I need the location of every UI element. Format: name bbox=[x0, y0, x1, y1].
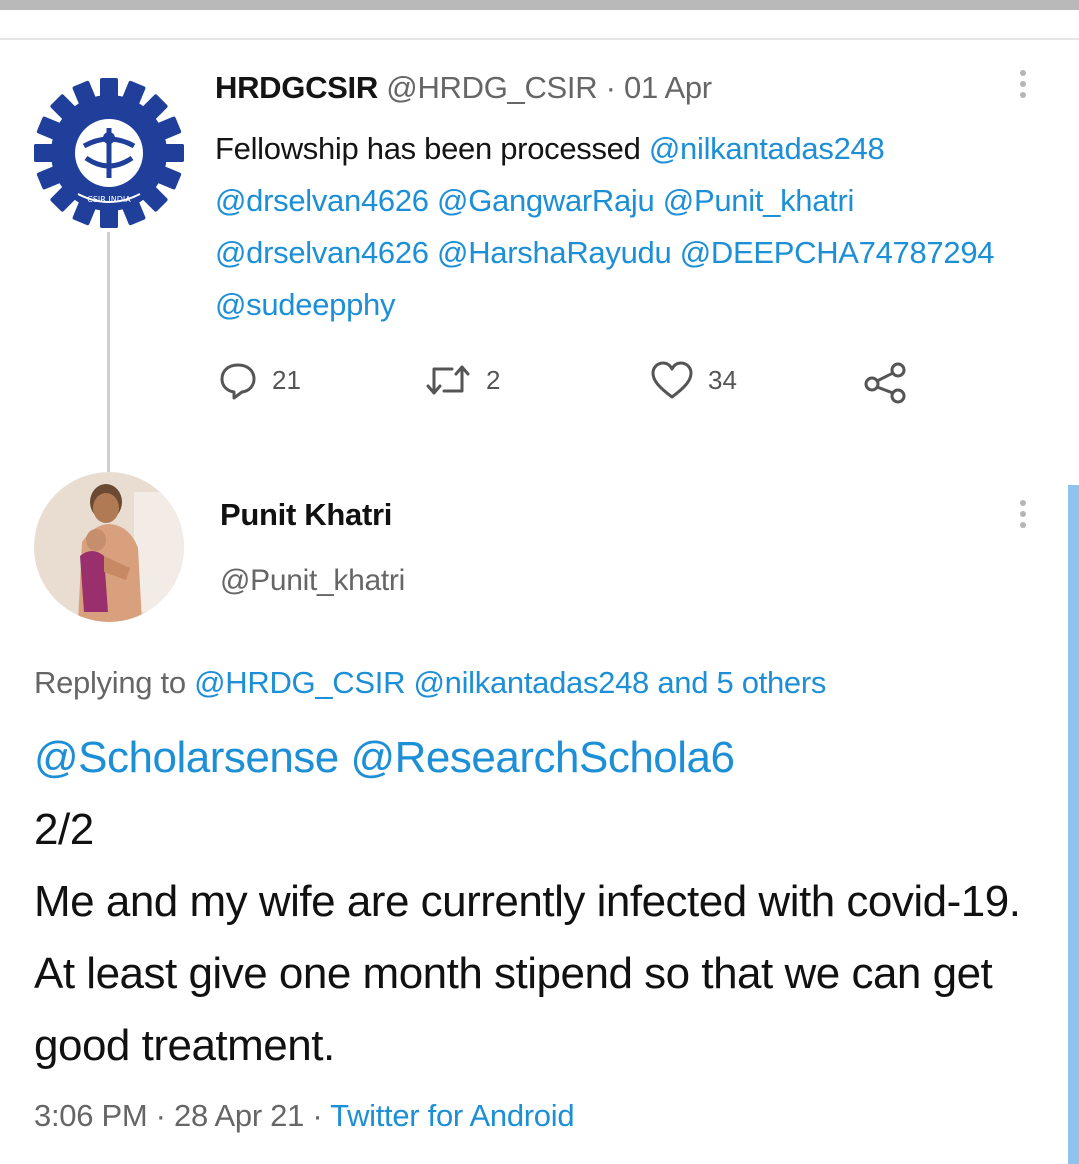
parent-tweet-header: HRDGCSIR @HRDG_CSIR · 01 Apr bbox=[215, 70, 712, 106]
mention-link[interactable]: @GangwarRaju bbox=[437, 183, 655, 218]
tweet-source-link[interactable]: Twitter for Android bbox=[330, 1098, 574, 1133]
reply-button[interactable]: 21 bbox=[218, 360, 301, 400]
mention-link[interactable]: @sudeepphy bbox=[215, 287, 395, 322]
parent-author-handle[interactable]: @HRDG_CSIR bbox=[386, 70, 597, 105]
tweet-time: 3:06 PM bbox=[34, 1098, 148, 1133]
parent-tweet-actions: 21 2 34 bbox=[0, 360, 1079, 404]
reply-count: 21 bbox=[272, 364, 301, 395]
parent-tweet-date[interactable]: 01 Apr bbox=[624, 70, 712, 105]
share-icon bbox=[864, 362, 906, 404]
header-separator: · bbox=[597, 70, 624, 105]
reply-tweet-text: @Scholarsense @ResearchSchola6 2/2 Me an… bbox=[34, 722, 1044, 1082]
mention-link[interactable]: @Punit_khatri bbox=[663, 183, 855, 218]
tweet-date: 28 Apr 21 bbox=[174, 1098, 305, 1133]
heart-icon bbox=[651, 361, 693, 399]
more-options-icon[interactable] bbox=[1013, 66, 1033, 110]
avatar[interactable] bbox=[34, 472, 184, 622]
reply-author-handle[interactable]: @Punit_khatri bbox=[220, 564, 405, 598]
mention-link[interactable]: @HarshaRayudu bbox=[437, 235, 672, 270]
csir-logo-text: CSIR INDIA bbox=[87, 195, 131, 204]
parent-author-name[interactable]: HRDGCSIR bbox=[215, 70, 378, 105]
retweet-icon bbox=[426, 365, 470, 395]
reply-author-name[interactable]: Punit Khatri bbox=[220, 497, 392, 533]
replying-mentions[interactable]: @HRDG_CSIR @nilkantadas248 bbox=[194, 665, 649, 700]
reply-body-text: Me and my wife are currently infected wi… bbox=[34, 877, 1021, 1070]
comment-icon bbox=[220, 363, 256, 400]
more-options-icon[interactable] bbox=[1013, 496, 1033, 540]
parent-tweet-text: Fellowship has been processed @nilkantad… bbox=[215, 123, 1015, 331]
tweet-timestamp-footer: 3:06 PM · 28 Apr 21 · Twitter for Androi… bbox=[34, 1098, 575, 1134]
thread-part-label: 2/2 bbox=[34, 805, 94, 854]
replying-to-line: Replying to @HRDG_CSIR @nilkantadas248 a… bbox=[34, 665, 826, 701]
reply-mentions-line[interactable]: @Scholarsense @ResearchSchola6 bbox=[34, 722, 1044, 794]
like-button[interactable]: 34 bbox=[650, 360, 737, 400]
csir-logo-icon[interactable]: CSIR INDIA bbox=[34, 78, 184, 228]
mention-link[interactable]: @drselvan4626 bbox=[215, 235, 429, 270]
replying-prefix: Replying to bbox=[34, 665, 195, 700]
top-divider bbox=[0, 38, 1079, 40]
parent-tweet-lead: Fellowship has been processed bbox=[215, 131, 649, 166]
retweet-count: 2 bbox=[486, 364, 501, 395]
top-status-bar bbox=[0, 0, 1079, 10]
scroll-indicator[interactable] bbox=[1068, 485, 1079, 1164]
thread-connector-line bbox=[107, 232, 110, 472]
mention-link[interactable]: @nilkantadas248 bbox=[649, 131, 885, 166]
replying-others[interactable]: and 5 others bbox=[649, 665, 826, 700]
footer-separator: · bbox=[147, 1098, 175, 1133]
retweet-button[interactable]: 2 bbox=[424, 360, 500, 400]
like-count: 34 bbox=[708, 364, 737, 395]
share-button[interactable] bbox=[862, 360, 910, 404]
mention-link[interactable]: @drselvan4626 bbox=[215, 183, 429, 218]
mention-link[interactable]: @DEEPCHA74787294 bbox=[680, 235, 995, 270]
footer-separator: · bbox=[304, 1098, 331, 1133]
